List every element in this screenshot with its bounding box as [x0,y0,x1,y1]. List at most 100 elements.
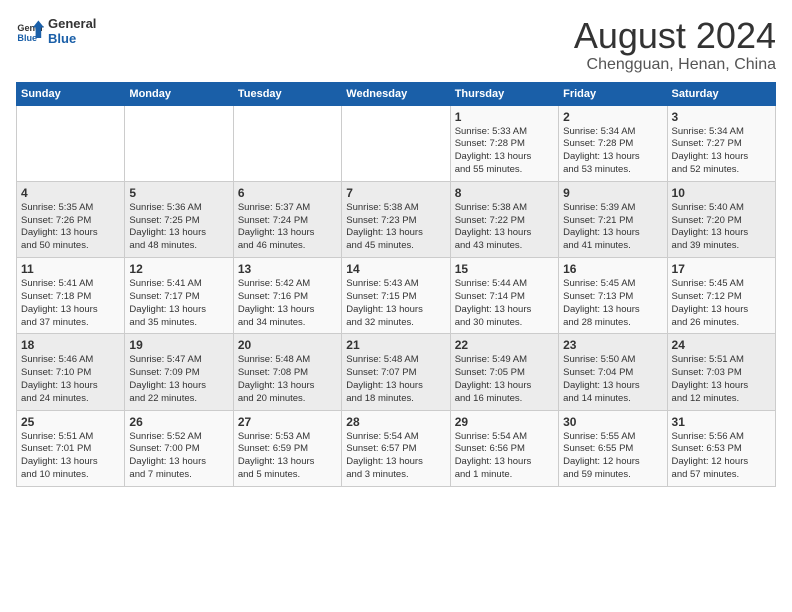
page-subtitle: Chengguan, Henan, China [574,56,776,74]
day-info: Sunrise: 5:44 AM Sunset: 7:14 PM Dayligh… [455,278,554,329]
day-number: 20 [238,338,337,352]
day-info: Sunrise: 5:51 AM Sunset: 7:01 PM Dayligh… [21,431,120,482]
day-info: Sunrise: 5:54 AM Sunset: 6:56 PM Dayligh… [455,431,554,482]
day-number: 22 [455,338,554,352]
day-number: 8 [455,186,554,200]
day-number: 5 [129,186,228,200]
day-info: Sunrise: 5:50 AM Sunset: 7:04 PM Dayligh… [563,354,662,405]
svg-text:Blue: Blue [17,33,37,43]
day-info: Sunrise: 5:55 AM Sunset: 6:55 PM Dayligh… [563,431,662,482]
day-header-thursday: Thursday [450,82,558,105]
day-info: Sunrise: 5:37 AM Sunset: 7:24 PM Dayligh… [238,202,337,253]
day-number: 2 [563,110,662,124]
day-number: 21 [346,338,445,352]
day-number: 11 [21,262,120,276]
day-info: Sunrise: 5:56 AM Sunset: 6:53 PM Dayligh… [672,431,771,482]
calendar-cell: 24Sunrise: 5:51 AM Sunset: 7:03 PM Dayli… [667,334,775,410]
calendar-cell: 22 Sunrise: 5:49 AM Sunset: 7:05 PM Dayli… [450,334,558,410]
day-number: 24 [672,338,771,352]
calendar-cell: 25 Sunrise: 5:51 AM Sunset: 7:01 PM Dayli… [17,410,125,486]
calendar-cell: 13 Sunrise: 5:42 AM Sunset: 7:16 PM Dayli… [233,258,341,334]
day-info: Sunrise: 5:41 AM Sunset: 7:17 PM Dayligh… [129,278,228,329]
calendar-cell: 9 Sunrise: 5:39 AM Sunset: 7:21 PM Daylig… [559,181,667,257]
calendar-week-row: 1 Sunrise: 5:33 AM Sunset: 7:28 PM Daylig… [17,105,776,181]
calendar-cell: 14 Sunrise: 5:43 AM Sunset: 7:15 PM Dayli… [342,258,450,334]
day-number: 10 [672,186,771,200]
calendar-cell: 7 Sunrise: 5:38 AM Sunset: 7:23 PM Daylig… [342,181,450,257]
day-number: 26 [129,415,228,429]
day-info: Sunrise: 5:42 AM Sunset: 7:16 PM Dayligh… [238,278,337,329]
header: General Blue General Blue August 2024 Ch… [16,16,776,74]
title-area: August 2024 Chengguan, Henan, China [574,16,776,74]
day-info: Sunrise: 5:46 AM Sunset: 7:10 PM Dayligh… [21,354,120,405]
day-number: 9 [563,186,662,200]
day-number: 14 [346,262,445,276]
day-info: Sunrise: 5:47 AM Sunset: 7:09 PM Dayligh… [129,354,228,405]
calendar-cell: 15Sunrise: 5:44 AM Sunset: 7:14 PM Dayli… [450,258,558,334]
logo: General Blue General Blue [16,16,96,46]
day-info: Sunrise: 5:33 AM Sunset: 7:28 PM Dayligh… [455,126,554,177]
day-info: Sunrise: 5:54 AM Sunset: 6:57 PM Dayligh… [346,431,445,482]
calendar-cell: 30 Sunrise: 5:55 AM Sunset: 6:55 PM Dayli… [559,410,667,486]
calendar-cell: 11 Sunrise: 5:41 AM Sunset: 7:18 PM Dayli… [17,258,125,334]
day-number: 25 [21,415,120,429]
day-info: Sunrise: 5:39 AM Sunset: 7:21 PM Dayligh… [563,202,662,253]
calendar-cell: 27 Sunrise: 5:53 AM Sunset: 6:59 PM Dayli… [233,410,341,486]
calendar-week-row: 4 Sunrise: 5:35 AM Sunset: 7:26 PM Daylig… [17,181,776,257]
page-title: August 2024 [574,16,776,56]
day-number: 18 [21,338,120,352]
calendar-week-row: 18 Sunrise: 5:46 AM Sunset: 7:10 PM Dayli… [17,334,776,410]
day-info: Sunrise: 5:48 AM Sunset: 7:08 PM Dayligh… [238,354,337,405]
calendar-cell: 3Sunrise: 5:34 AM Sunset: 7:27 PM Daylig… [667,105,775,181]
day-info: Sunrise: 5:34 AM Sunset: 7:27 PM Dayligh… [672,126,771,177]
calendar-cell: 16 Sunrise: 5:45 AM Sunset: 7:13 PM Dayli… [559,258,667,334]
day-number: 29 [455,415,554,429]
day-info: Sunrise: 5:49 AM Sunset: 7:05 PM Dayligh… [455,354,554,405]
calendar-week-row: 11 Sunrise: 5:41 AM Sunset: 7:18 PM Dayli… [17,258,776,334]
calendar-cell [17,105,125,181]
calendar-cell: 1 Sunrise: 5:33 AM Sunset: 7:28 PM Daylig… [450,105,558,181]
calendar-cell [342,105,450,181]
calendar-week-row: 25 Sunrise: 5:51 AM Sunset: 7:01 PM Dayli… [17,410,776,486]
calendar-cell: 6 Sunrise: 5:37 AM Sunset: 7:24 PM Daylig… [233,181,341,257]
day-number: 7 [346,186,445,200]
day-number: 16 [563,262,662,276]
day-info: Sunrise: 5:34 AM Sunset: 7:28 PM Dayligh… [563,126,662,177]
day-number: 27 [238,415,337,429]
day-info: Sunrise: 5:53 AM Sunset: 6:59 PM Dayligh… [238,431,337,482]
calendar-cell: 31Sunrise: 5:56 AM Sunset: 6:53 PM Dayli… [667,410,775,486]
day-info: Sunrise: 5:36 AM Sunset: 7:25 PM Dayligh… [129,202,228,253]
day-number: 6 [238,186,337,200]
calendar-cell: 18 Sunrise: 5:46 AM Sunset: 7:10 PM Dayli… [17,334,125,410]
calendar-cell [125,105,233,181]
calendar-cell: 26 Sunrise: 5:52 AM Sunset: 7:00 PM Dayli… [125,410,233,486]
day-number: 4 [21,186,120,200]
day-info: Sunrise: 5:45 AM Sunset: 7:13 PM Dayligh… [563,278,662,329]
day-header-friday: Friday [559,82,667,105]
day-info: Sunrise: 5:38 AM Sunset: 7:22 PM Dayligh… [455,202,554,253]
day-info: Sunrise: 5:45 AM Sunset: 7:12 PM Dayligh… [672,278,771,329]
day-info: Sunrise: 5:52 AM Sunset: 7:00 PM Dayligh… [129,431,228,482]
day-info: Sunrise: 5:41 AM Sunset: 7:18 PM Dayligh… [21,278,120,329]
day-info: Sunrise: 5:48 AM Sunset: 7:07 PM Dayligh… [346,354,445,405]
calendar-cell [233,105,341,181]
calendar-header-row: SundayMondayTuesdayWednesdayThursdayFrid… [17,82,776,105]
day-info: Sunrise: 5:43 AM Sunset: 7:15 PM Dayligh… [346,278,445,329]
day-number: 23 [563,338,662,352]
day-number: 30 [563,415,662,429]
calendar-cell: 20 Sunrise: 5:48 AM Sunset: 7:08 PM Dayli… [233,334,341,410]
calendar-cell: 12Sunrise: 5:41 AM Sunset: 7:17 PM Dayli… [125,258,233,334]
day-header-saturday: Saturday [667,82,775,105]
day-number: 28 [346,415,445,429]
day-info: Sunrise: 5:35 AM Sunset: 7:26 PM Dayligh… [21,202,120,253]
day-header-monday: Monday [125,82,233,105]
calendar-cell: 19 Sunrise: 5:47 AM Sunset: 7:09 PM Dayli… [125,334,233,410]
calendar-cell: 21 Sunrise: 5:48 AM Sunset: 7:07 PM Dayli… [342,334,450,410]
day-number: 13 [238,262,337,276]
calendar-cell: 23 Sunrise: 5:50 AM Sunset: 7:04 PM Dayli… [559,334,667,410]
day-header-tuesday: Tuesday [233,82,341,105]
day-info: Sunrise: 5:40 AM Sunset: 7:20 PM Dayligh… [672,202,771,253]
day-info: Sunrise: 5:38 AM Sunset: 7:23 PM Dayligh… [346,202,445,253]
day-number: 1 [455,110,554,124]
day-number: 19 [129,338,228,352]
